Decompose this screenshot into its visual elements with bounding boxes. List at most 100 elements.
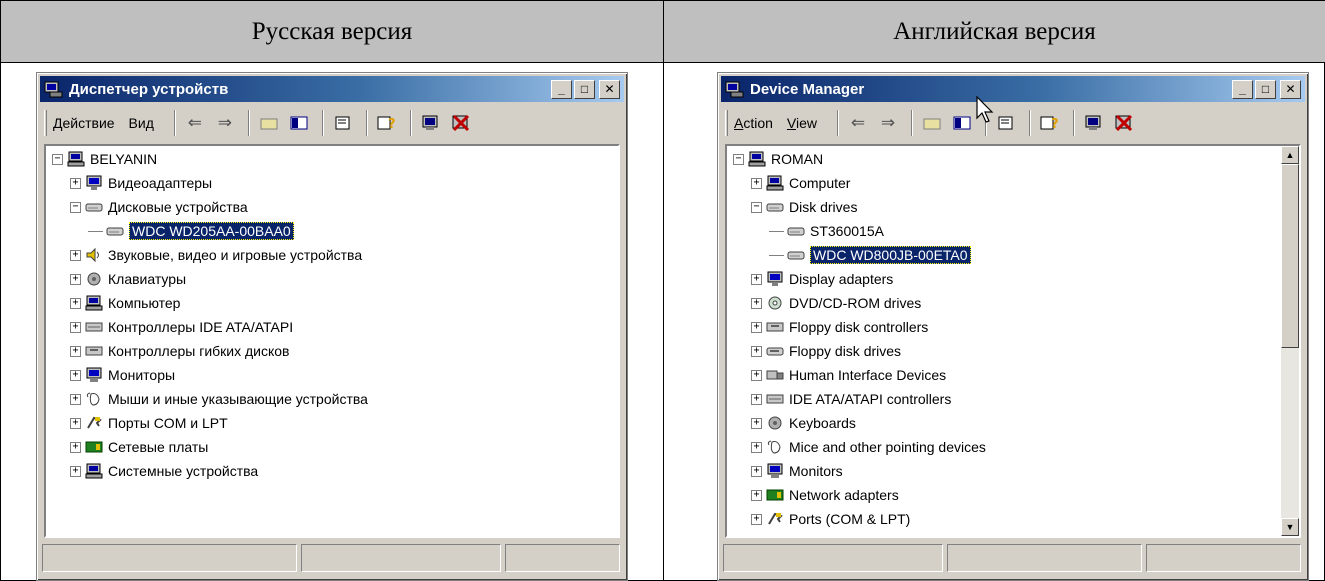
expand-icon[interactable]: + xyxy=(751,297,762,309)
show-hide-tree-icon[interactable] xyxy=(286,111,312,135)
expand-icon[interactable]: + xyxy=(751,441,762,453)
expand-icon[interactable]: + xyxy=(751,393,762,405)
expand-icon[interactable]: + xyxy=(70,345,81,357)
uninstall-icon[interactable] xyxy=(448,111,474,135)
status-bar xyxy=(42,544,622,572)
toolbar-grip[interactable] xyxy=(44,110,47,136)
expand-icon[interactable]: + xyxy=(70,465,81,477)
status-panel xyxy=(1146,544,1301,572)
device-tree[interactable]: − BELYANIN + Видеоадаптеры − Дисковые устройс… xyxy=(44,144,620,538)
menu-view[interactable]: Вид xyxy=(129,115,154,131)
expand-icon[interactable]: + xyxy=(751,273,762,285)
menu-action[interactable]: Action xyxy=(734,115,773,131)
tree-item[interactable]: ST360015A xyxy=(769,221,884,241)
tree-item[interactable]: + Контроллеры гибких дисков xyxy=(70,341,290,361)
properties-icon[interactable] xyxy=(993,111,1019,135)
expand-icon[interactable]: + xyxy=(751,345,762,357)
properties-icon[interactable] xyxy=(330,111,356,135)
expand-icon[interactable]: + xyxy=(70,369,81,381)
tree-item[interactable]: + Клавиатуры xyxy=(70,269,186,289)
tree-item[interactable]: + Сетевые платы xyxy=(70,437,208,457)
expand-icon[interactable]: + xyxy=(751,369,762,381)
title-bar[interactable]: Device Manager _ □ ✕ xyxy=(721,76,1305,102)
forward-arrow-icon[interactable]: ⇒ xyxy=(875,111,901,135)
expand-icon[interactable]: + xyxy=(751,489,762,501)
tree-item[interactable]: + Computer xyxy=(751,173,850,193)
menu-view[interactable]: View xyxy=(787,115,817,131)
tree-item[interactable]: + Keyboards xyxy=(751,413,856,433)
tree-item[interactable]: + Системные устройства xyxy=(70,461,258,481)
scrollbar-thumb[interactable] xyxy=(1281,164,1299,348)
tree-item[interactable]: WDC WD800JB-00ETA0 xyxy=(769,245,971,265)
up-folder-icon[interactable] xyxy=(919,111,945,135)
tree-connector xyxy=(88,230,103,232)
tree-item[interactable]: + Видеоадаптеры xyxy=(70,173,212,193)
expand-icon[interactable]: + xyxy=(70,441,81,453)
collapse-icon[interactable]: − xyxy=(751,201,762,213)
title-bar[interactable]: Диспетчер устройств _ □ ✕ xyxy=(40,76,624,102)
tree-item[interactable]: + Display adapters xyxy=(751,269,893,289)
scan-hardware-icon[interactable] xyxy=(1081,111,1107,135)
close-button[interactable]: ✕ xyxy=(1280,80,1301,99)
tree-item[interactable]: + Мониторы xyxy=(70,365,175,385)
tree-item[interactable]: − BELYANIN xyxy=(52,149,157,169)
minimize-button[interactable]: _ xyxy=(551,80,572,99)
back-arrow-icon[interactable]: ⇐ xyxy=(845,111,871,135)
expand-icon[interactable]: + xyxy=(70,393,81,405)
tree-item[interactable]: + Мыши и иные указывающие устройства xyxy=(70,389,368,409)
uninstall-icon[interactable] xyxy=(1111,111,1137,135)
show-hide-tree-icon[interactable] xyxy=(949,111,975,135)
tree-item[interactable]: + IDE ATA/ATAPI controllers xyxy=(751,389,951,409)
up-folder-icon[interactable] xyxy=(256,111,282,135)
expand-icon[interactable]: + xyxy=(751,513,762,525)
vertical-scrollbar[interactable]: ▲ ▼ xyxy=(1281,146,1299,536)
tree-item-label: Дисковые устройства xyxy=(108,199,248,215)
scan-hardware-icon[interactable] xyxy=(418,111,444,135)
help-icon[interactable]: ? xyxy=(374,111,400,135)
minimize-button[interactable]: _ xyxy=(1232,80,1253,99)
device-tree[interactable]: ▲ ▼ − ROMAN + Computer − Disk drives ST360015A… xyxy=(725,144,1301,538)
help-icon[interactable]: ? xyxy=(1037,111,1063,135)
collapse-icon[interactable]: − xyxy=(52,153,63,165)
tree-item[interactable]: + Компьютер xyxy=(70,293,180,313)
tree-item[interactable]: + Monitors xyxy=(751,461,843,481)
tree-item[interactable]: + Floppy disk drives xyxy=(751,341,901,361)
tree-item[interactable]: + Звуковые, видео и игровые устройства xyxy=(70,245,362,265)
maximize-button[interactable]: □ xyxy=(1255,80,1276,99)
tree-item[interactable]: + Порты COM и LPT xyxy=(70,413,228,433)
tree-item[interactable]: + Human Interface Devices xyxy=(751,365,946,385)
expand-icon[interactable]: + xyxy=(70,417,81,429)
toolbar-separator xyxy=(837,110,840,136)
expand-icon[interactable]: + xyxy=(70,273,81,285)
expand-icon[interactable]: + xyxy=(751,177,762,189)
menu-action[interactable]: Действие xyxy=(53,115,115,131)
scroll-up-arrow-icon[interactable]: ▲ xyxy=(1281,146,1299,164)
expand-icon[interactable]: + xyxy=(751,321,762,333)
tree-item[interactable]: + DVD/CD-ROM drives xyxy=(751,293,921,313)
tree-item[interactable]: + Network adapters xyxy=(751,485,899,505)
collapse-icon[interactable]: − xyxy=(70,201,81,213)
expand-icon[interactable]: + xyxy=(70,249,81,261)
status-panel xyxy=(505,544,620,572)
tree-item[interactable]: + Floppy disk controllers xyxy=(751,317,928,337)
tree-item[interactable]: WDC WD205AA-00BAA0 xyxy=(88,221,294,241)
toolbar-grip[interactable] xyxy=(725,110,728,136)
back-arrow-icon[interactable]: ⇐ xyxy=(182,111,208,135)
expand-icon[interactable]: + xyxy=(751,465,762,477)
expand-icon[interactable]: + xyxy=(70,177,81,189)
forward-arrow-icon[interactable]: ⇒ xyxy=(212,111,238,135)
close-button[interactable]: ✕ xyxy=(599,80,620,99)
tree-item[interactable]: − Дисковые устройства xyxy=(70,197,248,217)
tree-connector xyxy=(769,230,784,232)
tree-item[interactable]: − Disk drives xyxy=(751,197,857,217)
tree-item[interactable]: − ROMAN xyxy=(733,149,823,169)
scroll-down-arrow-icon[interactable]: ▼ xyxy=(1281,518,1299,536)
expand-icon[interactable]: + xyxy=(70,321,81,333)
maximize-button[interactable]: □ xyxy=(574,80,595,99)
tree-item[interactable]: + Mice and other pointing devices xyxy=(751,437,986,457)
tree-item[interactable]: + Ports (COM & LPT) xyxy=(751,509,910,529)
expand-icon[interactable]: + xyxy=(751,417,762,429)
expand-icon[interactable]: + xyxy=(70,297,81,309)
collapse-icon[interactable]: − xyxy=(733,153,744,165)
tree-item[interactable]: + Контроллеры IDE ATA/ATAPI xyxy=(70,317,293,337)
